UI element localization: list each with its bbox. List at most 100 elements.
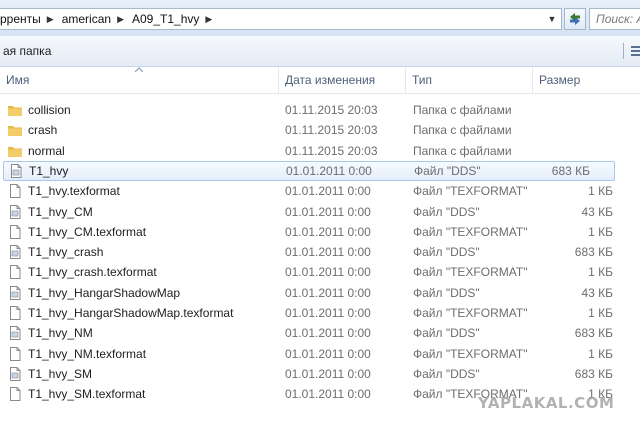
image-file-icon (7, 204, 23, 220)
folder-icon (7, 143, 23, 159)
new-folder-button[interactable]: ая папка (0, 36, 57, 66)
file-icon (7, 264, 23, 280)
column-header-size[interactable]: Размер (533, 67, 640, 93)
file-date: 01.11.2015 20:03 (285, 123, 378, 138)
file-row[interactable]: T1_hvy_CM 01.01.2011 0:00 Файл "DDS" 43 КБ (0, 202, 640, 222)
file-row[interactable]: normal 01.11.2015 20:03 Папка с файлами (0, 141, 640, 161)
file-date: 01.01.2011 0:00 (285, 224, 371, 239)
folder-icon (7, 122, 23, 138)
file-row[interactable]: T1_hvy_NM 01.01.2011 0:00 Файл "DDS" 683 КБ (0, 323, 640, 343)
file-size: 1 КБ (588, 184, 613, 199)
breadcrumb-item-torrents[interactable]: рренты (0, 12, 45, 26)
file-type: Файл "TEXFORMAT" (413, 306, 528, 320)
image-file-icon (8, 163, 24, 179)
file-name: T1_hvy_NM.texformat (28, 346, 147, 361)
view-options-icon[interactable] (630, 44, 640, 58)
toolbar: ая папка (0, 36, 640, 67)
file-icon (7, 386, 23, 402)
file-icon (7, 305, 23, 321)
file-size: 43 КБ (581, 204, 613, 219)
file-row[interactable]: T1_hvy_crash.texformat 01.01.2011 0:00 Фай… (0, 262, 640, 282)
file-name: T1_hvy_crash (28, 245, 104, 260)
file-size: 43 КБ (581, 285, 613, 300)
file-size: 683 КБ (574, 326, 613, 341)
file-row[interactable]: T1_hvy_crash 01.01.2011 0:00 Файл "DDS" 683… (0, 242, 640, 262)
file-type: Файл "DDS" (414, 163, 481, 178)
file-date: 01.01.2011 0:00 (285, 184, 371, 199)
chevron-right-icon[interactable]: ▶ (203, 14, 216, 25)
file-date: 01.01.2011 0:00 (285, 366, 371, 381)
image-file-icon (7, 244, 23, 260)
file-type: Файл "TEXFORMAT" (413, 346, 528, 361)
breadcrumb[interactable]: рренты ▶ american ▶ A09_T1_hvy ▶ (0, 8, 562, 30)
search-input[interactable]: Поиск: A09 (589, 8, 640, 30)
file-size: 683 КБ (574, 366, 613, 381)
file-type: Файл "TEXFORMAT" (413, 265, 528, 280)
file-date: 01.01.2011 0:00 (285, 306, 371, 320)
file-type: Файл "DDS" (413, 366, 480, 381)
file-row[interactable]: T1_hvy_HangarShadowMap 01.01.2011 0:00 Фай… (0, 283, 640, 303)
file-date: 01.01.2011 0:00 (285, 204, 371, 219)
file-date: 01.11.2015 20:03 (285, 103, 378, 117)
file-date: 01.01.2011 0:00 (285, 285, 371, 300)
file-name: T1_hvy_HangarShadowMap.texformat (28, 306, 234, 320)
column-header-date[interactable]: Дата изменения (279, 67, 406, 93)
file-row[interactable]: T1_hvy_SM 01.01.2011 0:00 Файл "DDS" 683 КБ (0, 364, 640, 384)
image-file-icon (7, 325, 23, 341)
file-size: 1 КБ (588, 346, 613, 361)
file-date: 01.01.2011 0:00 (285, 387, 371, 402)
file-name: collision (28, 103, 71, 117)
column-header-type[interactable]: Тип (406, 67, 533, 93)
file-date: 01.01.2011 0:00 (286, 163, 372, 178)
file-type: Файл "TEXFORMAT" (413, 184, 528, 199)
file-name: T1_hvy_CM (28, 204, 93, 219)
file-date: 01.01.2011 0:00 (285, 245, 371, 260)
file-size: 1 КБ (588, 265, 613, 280)
file-row[interactable]: T1_hvy.texformat 01.01.2011 0:00 Файл "TEX… (0, 181, 640, 201)
file-type: Папка с файлами (413, 103, 512, 117)
file-size: 683 КБ (574, 245, 613, 260)
file-date: 01.01.2011 0:00 (285, 346, 371, 361)
file-name: T1_hvy_crash.texformat (28, 265, 157, 280)
file-icon (7, 224, 23, 240)
file-row[interactable]: T1_hvy 01.01.2011 0:00 Файл "DDS" 683 КБ (3, 160, 615, 181)
file-type: Папка с файлами (413, 143, 512, 158)
file-size: 683 КБ (551, 163, 590, 178)
watermark: YAPLAKAL.COM (478, 394, 615, 412)
file-date: 01.11.2015 20:03 (285, 143, 378, 158)
file-type: Файл "DDS" (413, 245, 480, 260)
file-type: Файл "DDS" (413, 285, 480, 300)
file-name: T1_hvy.texformat (28, 184, 120, 199)
chevron-right-icon[interactable]: ▶ (45, 14, 58, 25)
file-type: Файл "DDS" (413, 204, 480, 219)
file-name: T1_hvy_SM.texformat (28, 387, 146, 402)
image-file-icon (7, 366, 23, 382)
breadcrumb-item-a09[interactable]: A09_T1_hvy (128, 12, 203, 26)
toolbar-divider (623, 43, 624, 59)
file-size: 1 КБ (588, 224, 613, 239)
file-row[interactable]: crash 01.11.2015 20:03 Папка с файлами (0, 120, 640, 140)
address-bar: рренты ▶ american ▶ A09_T1_hvy ▶ ▼ Поиск… (0, 0, 640, 36)
chevron-right-icon[interactable]: ▶ (115, 14, 128, 25)
column-header-name[interactable]: Имя (0, 67, 279, 93)
file-row[interactable]: T1_hvy_HangarShadowMap.texformat 01.01.20… (0, 303, 640, 323)
file-type: Файл "DDS" (413, 326, 480, 341)
file-name: T1_hvy_NM (28, 326, 93, 341)
file-type: Папка с файлами (413, 123, 512, 138)
file-row[interactable]: collision 01.11.2015 20:03 Папка с файлами (0, 100, 640, 120)
breadcrumb-item-american[interactable]: american (58, 12, 115, 26)
file-date: 01.01.2011 0:00 (285, 326, 371, 341)
folder-icon (7, 102, 23, 118)
refresh-button[interactable] (564, 8, 586, 30)
file-row[interactable]: T1_hvy_CM.texformat 01.01.2011 0:00 Файл "… (0, 222, 640, 242)
file-icon (7, 346, 23, 362)
address-dropdown-icon[interactable]: ▼ (544, 9, 560, 29)
file-type: Файл "TEXFORMAT" (413, 224, 528, 239)
file-name: T1_hvy_SM (28, 366, 93, 381)
file-name: T1_hvy_CM.texformat (28, 224, 147, 239)
column-headers: Имя Дата изменения Тип Размер (0, 67, 640, 94)
file-icon (7, 183, 23, 199)
file-row[interactable]: T1_hvy_NM.texformat 01.01.2011 0:00 Файл "… (0, 344, 640, 364)
file-date: 01.01.2011 0:00 (285, 265, 371, 280)
refresh-icon (570, 13, 580, 25)
